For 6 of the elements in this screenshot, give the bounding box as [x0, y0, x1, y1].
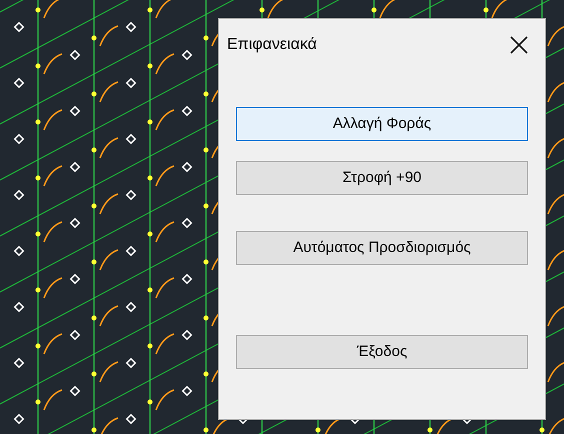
close-icon	[510, 36, 528, 54]
dialog-button[interactable]: Έξοδος	[236, 335, 528, 369]
dialog-button[interactable]: Αυτόματος Προσδιορισμός	[236, 231, 528, 265]
window-title: Επιφανειακά	[227, 35, 317, 55]
dialog-button[interactable]: Αλλαγή Φοράς	[236, 107, 528, 141]
dialog-button[interactable]: Στροφή +90	[236, 161, 528, 195]
